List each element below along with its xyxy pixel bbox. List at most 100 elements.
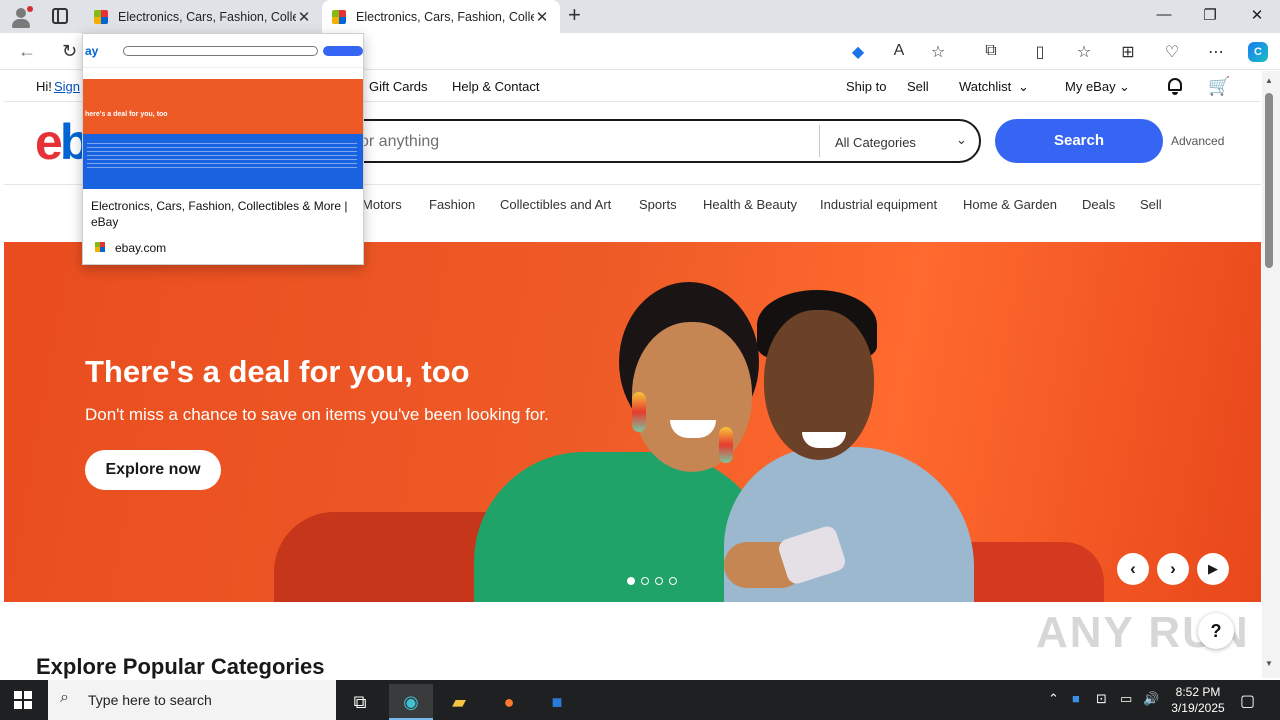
sell-link[interactable]: Sell	[907, 79, 929, 94]
advanced-search-link[interactable]: Advanced	[1171, 134, 1224, 148]
collections-icon[interactable]: ⊞	[1118, 42, 1138, 62]
device-icon[interactable]: ⊡	[1096, 691, 1107, 707]
restore-icon[interactable]: ❐	[1200, 6, 1220, 24]
category-home-garden[interactable]: Home & Garden	[963, 197, 1057, 212]
hero-image-earring	[719, 427, 733, 463]
taskbar-clock[interactable]: 8:52 PM 3/19/2025	[1168, 684, 1228, 716]
carousel-dot[interactable]	[627, 577, 635, 585]
preview-mini-button	[323, 46, 363, 56]
category-motors[interactable]: Motors	[362, 197, 402, 212]
carousel-dot[interactable]	[655, 577, 663, 585]
search-icon: ⌕	[60, 689, 69, 706]
preview-mini-logo: ay	[85, 44, 99, 58]
gift-cards-link[interactable]: Gift Cards	[369, 79, 428, 94]
clock-date: 3/19/2025	[1171, 701, 1225, 715]
minimize-icon[interactable]: —	[1154, 6, 1174, 23]
ebay-logo[interactable]: eb	[35, 113, 90, 171]
carousel-dots	[627, 577, 677, 585]
browser-tab-2[interactable]: Electronics, Cars, Fashion, Collecti ✕	[322, 0, 560, 33]
category-deals[interactable]: Deals	[1082, 197, 1115, 212]
my-ebay-link[interactable]: My eBay	[1065, 79, 1116, 94]
tab-preview-title: Electronics, Cars, Fashion, Collectibles…	[91, 199, 348, 229]
plus-icon[interactable]: +	[568, 4, 581, 26]
shopping-tag-icon[interactable]: ◆	[848, 42, 868, 62]
chevron-down-icon: ⌄	[1018, 79, 1029, 94]
category-select[interactable]: All Categories	[835, 135, 916, 150]
previous-slide-icon[interactable]: ‹	[1117, 553, 1149, 585]
outlook-tray-icon[interactable]: ■	[1072, 691, 1080, 706]
scrollbar-thumb[interactable]	[1265, 93, 1273, 268]
notification-bell-icon[interactable]	[1167, 78, 1183, 95]
edge-browser-icon[interactable]: ◉	[389, 684, 433, 720]
category-sell[interactable]: Sell	[1140, 197, 1162, 212]
hero-subtitle: Don't miss a chance to save on items you…	[85, 405, 549, 424]
task-view-icon[interactable]: ⧉	[338, 684, 382, 720]
carousel-dot[interactable]	[641, 577, 649, 585]
taskbar-search-placeholder: Type here to search	[88, 692, 212, 708]
clock-time: 8:52 PM	[1175, 685, 1221, 699]
preview-mini-hero	[83, 79, 363, 139]
tab-actions-icon[interactable]	[52, 8, 68, 24]
next-slide-icon[interactable]: ›	[1157, 553, 1189, 585]
volume-icon[interactable]: 🔊	[1143, 691, 1159, 707]
tab-title: Electronics, Cars, Fashion, Collecti	[118, 9, 296, 24]
close-tab-icon[interactable]: ✕	[534, 8, 550, 26]
preview-cookie-banner	[83, 134, 363, 189]
search-input[interactable]: or anything All Categories ⌄	[300, 119, 981, 163]
greeting: Hi!	[36, 79, 52, 94]
tab-hover-preview: ay here's a deal for you, too Electronic…	[82, 33, 364, 265]
explore-now-button[interactable]: Explore now	[85, 450, 221, 490]
outlook-icon[interactable]: ■	[535, 684, 579, 720]
help-button[interactable]: ?	[1198, 613, 1234, 649]
tab-title: Electronics, Cars, Fashion, Collecti	[356, 9, 534, 24]
notifications-icon[interactable]: ▢	[1240, 691, 1255, 711]
category-health-beauty[interactable]: Health & Beauty	[703, 197, 797, 212]
back-arrow-icon[interactable]: ←	[18, 41, 36, 62]
play-icon[interactable]: ▶	[1197, 553, 1229, 585]
browser-tab-1[interactable]: Electronics, Cars, Fashion, Collecti ✕	[84, 0, 322, 33]
profile-icon[interactable]	[10, 6, 33, 28]
read-aloud-icon[interactable]: A	[889, 42, 909, 62]
more-options-icon[interactable]: ⋯	[1206, 42, 1226, 62]
page-scrollbar[interactable]: ▲ ▼	[1262, 71, 1280, 678]
refresh-icon[interactable]: ↻	[62, 41, 77, 62]
extensions-icon[interactable]: ⧉	[981, 42, 1001, 62]
favorites-icon[interactable]: ☆	[1074, 42, 1094, 62]
close-window-icon[interactable]: ✕	[1247, 6, 1267, 24]
hero-title: There's a deal for you, too	[85, 354, 470, 389]
hero-banner[interactable]: There's a deal for you, too Don't miss a…	[4, 242, 1261, 602]
scroll-down-icon[interactable]: ▼	[1265, 659, 1273, 668]
category-collectibles[interactable]: Collectibles and Art	[500, 197, 611, 212]
scroll-up-icon[interactable]: ▲	[1265, 76, 1273, 85]
chevron-down-icon: ⌄	[1119, 79, 1130, 94]
hero-image-person	[632, 322, 752, 472]
search-placeholder: or anything	[360, 133, 440, 150]
category-sports[interactable]: Sports	[639, 197, 677, 212]
chevron-down-icon[interactable]: ⌄	[956, 132, 967, 148]
file-explorer-icon[interactable]: ▰	[437, 684, 481, 720]
help-contact-link[interactable]: Help & Contact	[452, 79, 539, 94]
close-tab-icon[interactable]: ✕	[296, 8, 312, 26]
split-screen-icon[interactable]: ▯	[1030, 42, 1050, 62]
ebay-favicon-icon	[332, 9, 346, 24]
favorite-star-icon[interactable]: ☆	[928, 42, 948, 62]
carousel-dot[interactable]	[669, 577, 677, 585]
browser-tab-strip: Electronics, Cars, Fashion, Collecti ✕ E…	[0, 0, 1280, 33]
ship-to-link[interactable]: Ship to	[846, 79, 886, 94]
taskbar-search-input[interactable]: ⌕ Type here to search	[48, 680, 336, 720]
watchlist-link[interactable]: Watchlist	[959, 79, 1011, 94]
shopping-cart-icon[interactable]: 🛒	[1208, 76, 1230, 97]
network-icon[interactable]: ▭	[1120, 691, 1132, 707]
firefox-icon[interactable]: ●	[487, 684, 531, 720]
windows-start-icon[interactable]	[14, 691, 32, 709]
category-fashion[interactable]: Fashion	[429, 197, 475, 212]
tray-overflow-icon[interactable]: ⌃	[1048, 691, 1059, 707]
category-industrial[interactable]: Industrial equipment	[820, 197, 937, 212]
section-title: Explore Popular Categories	[36, 654, 325, 679]
search-button[interactable]: Search	[995, 119, 1163, 163]
sign-in-link[interactable]: Sign	[54, 79, 80, 94]
ebay-favicon-icon	[95, 242, 105, 252]
preview-mini-header: ay	[83, 34, 363, 68]
browser-essentials-icon[interactable]: ♡	[1162, 42, 1182, 62]
copilot-icon[interactable]: C	[1248, 42, 1268, 62]
